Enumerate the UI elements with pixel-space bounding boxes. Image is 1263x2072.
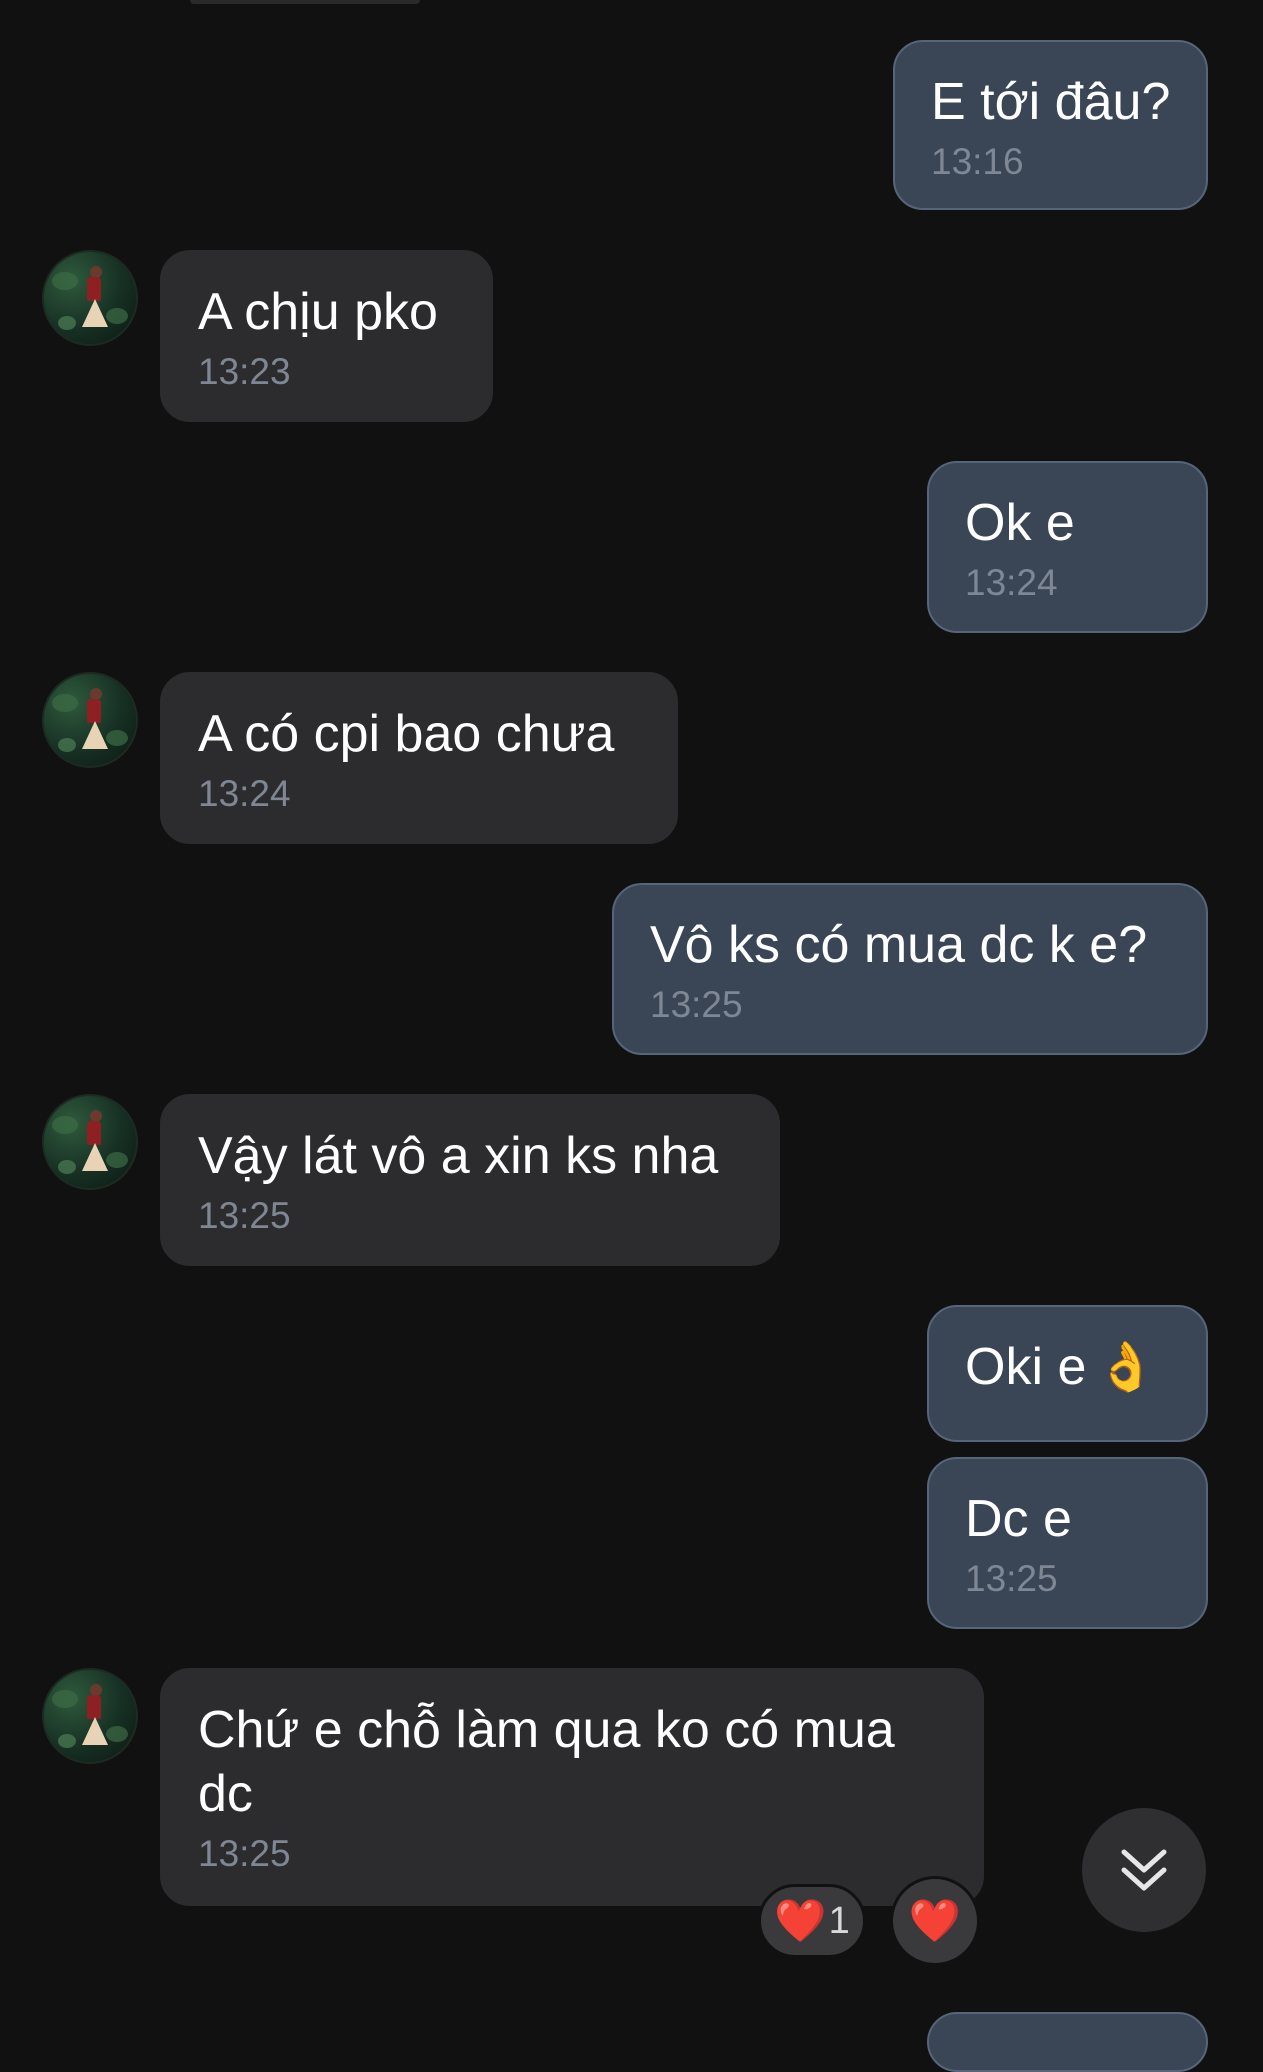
reaction-count: 1 [828,1899,850,1942]
message-timestamp: 13:16 [931,141,1024,182]
sent-message-bubble[interactable]: Oki e 👌 [927,1305,1208,1442]
previous-message-edge [190,0,420,4]
message-timestamp: 13:25 [965,1558,1058,1599]
received-message-bubble[interactable]: A có cpi bao chưa 13:24 [160,672,678,844]
double-chevron-down-icon [1121,1849,1167,1891]
sent-message-bubble[interactable]: Ok e 13:24 [927,461,1208,633]
message-text: A chịu pko [198,283,438,341]
sent-message-bubble[interactable]: Vô ks có mua dc k e? 13:25 [612,883,1208,1055]
sent-message-bubble[interactable]: Dc e 13:25 [927,1457,1208,1629]
message-timestamp: 13:23 [198,351,291,392]
ok-hand-emoji-icon: 👌 [1096,1339,1157,1395]
heart-reaction-count[interactable]: ❤️ 1 [758,1884,866,1958]
message-timestamp: 13:25 [650,984,743,1025]
scroll-to-bottom-button[interactable] [1082,1808,1206,1932]
message-text: Vô ks có mua dc k e? [650,916,1148,974]
message-text: Vậy lát vô a xin ks nha [198,1127,719,1185]
received-message-bubble[interactable]: Chứ e chỗ làm qua ko có mua dc 13:25 [160,1668,984,1906]
message-text: A có cpi bao chưa [198,705,615,763]
message-timestamp: 13:25 [198,1195,291,1236]
message-text: Ok e [965,494,1075,552]
sent-message-bubble[interactable]: E tới đâu? 13:16 [893,40,1208,210]
heart-icon: ❤️ [774,1896,827,1945]
received-message-bubble[interactable]: Vậy lát vô a xin ks nha 13:25 [160,1094,780,1266]
message-timestamp: 13:24 [965,562,1058,603]
heart-icon: ❤️ [908,1896,962,1945]
received-message-bubble[interactable]: A chịu pko 13:23 [160,250,493,422]
message-timestamp: 13:24 [198,773,291,814]
contact-avatar[interactable] [42,1668,138,1764]
contact-avatar[interactable] [42,250,138,346]
contact-avatar[interactable] [42,1094,138,1190]
message-text: Chứ e chỗ làm qua ko có mua dc [198,1701,895,1823]
sent-message-bubble-partial[interactable] [927,2012,1208,2072]
message-text: Oki e [965,1338,1087,1396]
message-text: E tới đâu? [931,73,1171,131]
message-timestamp: 13:25 [198,1833,291,1874]
add-heart-reaction-button[interactable]: ❤️ [890,1876,980,1966]
message-text: Dc e [965,1490,1072,1548]
contact-avatar[interactable] [42,672,138,768]
